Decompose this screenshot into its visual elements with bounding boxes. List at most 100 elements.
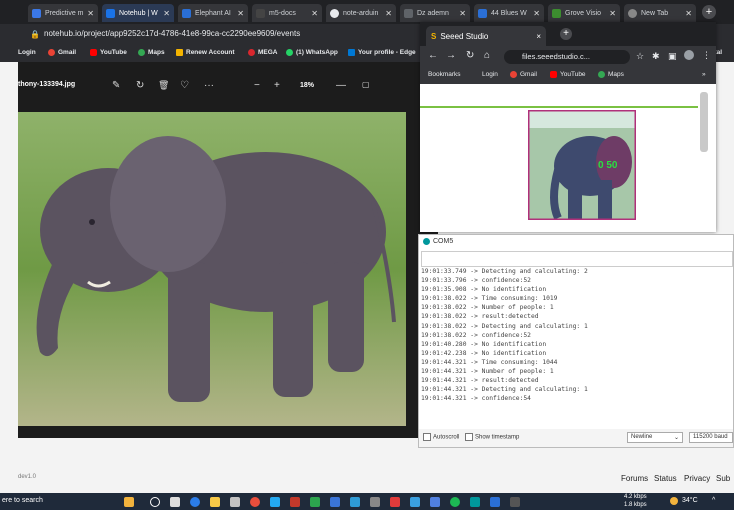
bookmark-youtube[interactable]: YouTube (550, 71, 586, 78)
maximize-icon[interactable]: ▢ (362, 80, 370, 89)
footer-link-privacy[interactable]: Privacy (684, 474, 710, 483)
search-icon[interactable] (150, 497, 160, 507)
edge-icon[interactable] (190, 497, 200, 507)
serial-send-input[interactable] (421, 251, 733, 267)
app-icon[interactable] (490, 497, 500, 507)
menu-icon[interactable]: ⋮ (702, 50, 711, 61)
lock-icon: 🔒 (30, 30, 40, 39)
close-icon[interactable]: ✕ (160, 9, 170, 18)
close-icon[interactable]: ✕ (456, 9, 466, 18)
file-explorer-icon[interactable] (210, 497, 220, 507)
vscode-icon[interactable] (270, 497, 280, 507)
bookmarks-overflow[interactable]: » (702, 71, 706, 78)
taskbar-search[interactable]: ere to search (2, 497, 43, 504)
seeed-tab[interactable]: S Seeed Studio × (426, 26, 546, 46)
log-line: 19:01:38.022 -> confidence:52 (421, 331, 531, 339)
arduino-icon[interactable] (470, 497, 480, 507)
close-icon[interactable]: ✕ (530, 9, 540, 18)
star-icon[interactable]: ☆ (636, 51, 644, 62)
checkbox-icon (423, 433, 431, 441)
log-line: 19:01:44.321 -> Time consuming: 1044 (421, 358, 558, 366)
avatar[interactable] (684, 50, 694, 60)
new-tab-button[interactable]: + (560, 28, 572, 40)
browser-tab[interactable]: Grove Visio ✕ (548, 4, 620, 22)
home-icon[interactable]: ⌂ (484, 50, 490, 61)
close-icon[interactable]: ✕ (84, 9, 94, 18)
app-icon[interactable] (290, 497, 300, 507)
app-icon[interactable] (390, 497, 400, 507)
more-icon[interactable]: ··· (204, 80, 214, 91)
whatsapp-icon (286, 49, 293, 56)
minimize-icon[interactable]: — (336, 80, 346, 91)
timestamp-checkbox[interactable]: Show timestamp (465, 433, 519, 441)
bookmark-mega[interactable]: MEGA (248, 49, 278, 56)
tray-chevron-icon[interactable]: ^ (712, 497, 715, 504)
reload-icon[interactable]: ↻ (466, 50, 474, 61)
browser-tab[interactable]: note-arduin ✕ (326, 4, 396, 22)
new-tab-button[interactable]: + (702, 5, 716, 19)
browser-tab[interactable]: Dz ademn ✕ (400, 4, 470, 22)
edit-icon[interactable]: ✎ (112, 80, 120, 91)
browser-tab[interactable]: Elephant AI ✕ (178, 4, 248, 22)
tab-favicon-icon (552, 8, 561, 18)
close-icon[interactable]: ✕ (682, 9, 692, 18)
app-icon[interactable] (350, 497, 360, 507)
bookmark-maps[interactable]: Maps (138, 49, 165, 56)
line-ending-select[interactable]: Newline ⌄ (627, 432, 683, 443)
autoscroll-checkbox[interactable]: Autoscroll (423, 433, 459, 441)
bookmark-gmail[interactable]: Gmail (510, 71, 537, 78)
footer-link-forums[interactable]: Forums (621, 474, 648, 483)
elephant-photo (18, 112, 406, 426)
bookmark-profile[interactable]: Your profile - Edge (348, 49, 416, 56)
back-icon[interactable]: ← (428, 50, 438, 61)
widgets-icon[interactable] (124, 497, 134, 507)
footer-link-subscribe[interactable]: Sub (716, 474, 730, 483)
close-icon[interactable]: ✕ (606, 9, 616, 18)
detection-image (528, 110, 636, 220)
footer-link-status[interactable]: Status (654, 474, 677, 483)
spotify-icon[interactable] (450, 497, 460, 507)
bookmark-whatsapp[interactable]: (1) WhatsApp (286, 49, 338, 56)
seeed-url-field[interactable]: files.seeedstudio.c... (504, 50, 630, 64)
zoom-in-icon[interactable]: + (274, 80, 280, 91)
seeed-browser-window: S Seeed Studio × + ← → ↻ ⌂ files.seeedst… (420, 22, 716, 232)
browser-tab-active[interactable]: Notehub | W ✕ (102, 4, 174, 22)
log-line: 19:01:44.321 -> Detecting and calculatin… (421, 386, 588, 394)
favorite-icon[interactable]: ♡ (180, 80, 189, 91)
close-icon[interactable]: ✕ (308, 9, 318, 18)
zoom-out-icon[interactable]: − (254, 80, 260, 91)
close-icon[interactable]: × (536, 32, 541, 41)
app-icon[interactable] (310, 497, 320, 507)
chrome-icon[interactable] (250, 497, 260, 507)
browser-tab[interactable]: Predictive m ✕ (28, 4, 98, 22)
browser-tab[interactable]: New Tab ✕ (624, 4, 696, 22)
close-icon[interactable]: ✕ (382, 9, 392, 18)
baud-rate-select[interactable]: 115200 baud (689, 432, 733, 443)
bookmark-maps[interactable]: Maps (598, 71, 624, 78)
app-icon[interactable] (410, 497, 420, 507)
rotate-icon[interactable]: ↻ (136, 80, 144, 91)
bookmarks-folder[interactable]: Bookmarks (428, 71, 461, 78)
task-view-icon[interactable] (170, 497, 180, 507)
extension-icon[interactable]: ✱ (652, 51, 660, 62)
bookmark-login[interactable]: Login (482, 71, 498, 78)
app-icon[interactable] (430, 497, 440, 507)
store-icon[interactable] (230, 497, 240, 507)
close-icon[interactable]: ✕ (234, 9, 244, 18)
bookmark-youtube[interactable]: YouTube (90, 49, 127, 56)
forward-icon[interactable]: → (446, 50, 456, 61)
app-icon[interactable] (370, 497, 380, 507)
bookmark-login[interactable]: Login (18, 49, 36, 56)
app-icon[interactable] (510, 497, 520, 507)
bookmark-renew-account[interactable]: Renew Account (176, 49, 235, 56)
sidebar-icon[interactable]: ▣ (668, 51, 677, 62)
delete-icon[interactable]: 🗑 (158, 80, 169, 91)
url-text[interactable]: notehub.io/project/app9252c17d-4786-41e8… (44, 29, 300, 38)
browser-tab[interactable]: m5-docs ✕ (252, 4, 322, 22)
browser-tab[interactable]: 44 Blues W ✕ (474, 4, 544, 22)
scrollbar[interactable] (700, 92, 708, 152)
app-icon[interactable] (330, 497, 340, 507)
bookmark-gmail[interactable]: Gmail (48, 49, 76, 56)
log-line: 19:01:40.280 -> No identification (421, 340, 547, 348)
maps-icon (138, 49, 145, 56)
